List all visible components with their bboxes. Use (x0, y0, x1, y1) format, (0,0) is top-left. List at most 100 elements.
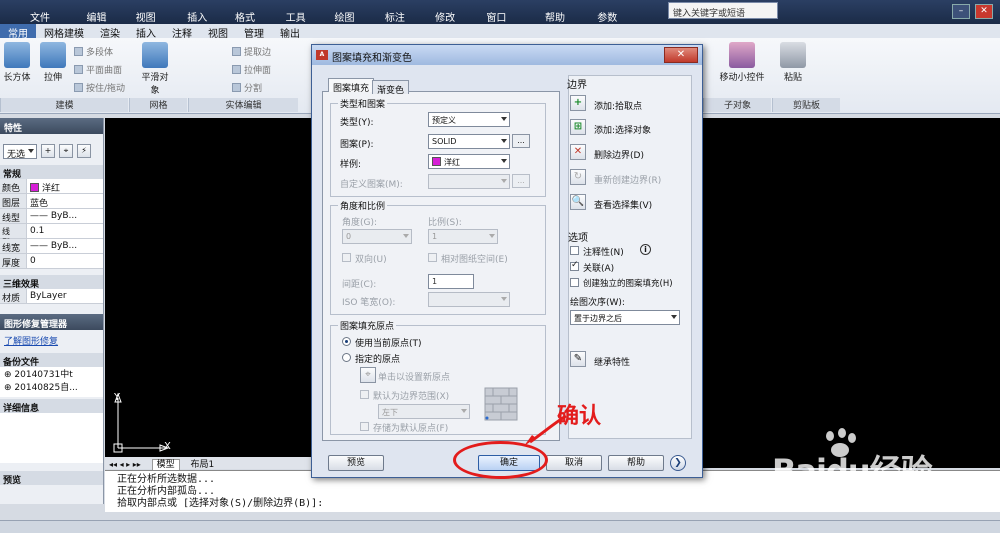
panel-subobject[interactable]: 子对象 (703, 98, 771, 112)
tab-mesh[interactable]: 网格建模 (36, 24, 92, 40)
recreate-boundary-icon[interactable]: ↻ (570, 169, 586, 185)
learn-recovery-link[interactable]: 了解图形修复 (4, 337, 58, 347)
remove-boundaries-button[interactable]: 删除边界(D) (594, 148, 644, 161)
cancel-button[interactable]: 取消 (546, 455, 602, 471)
box-button[interactable]: 长方体 (2, 42, 32, 83)
panel-clipboard[interactable]: 剪贴板 (772, 98, 840, 112)
recreate-boundary-button[interactable]: 重新创建边界(R) (594, 173, 661, 186)
menu-edit[interactable]: 编辑(E) (87, 6, 120, 35)
menu-view[interactable]: 视图(V) (136, 6, 170, 35)
menu-help[interactable]: 帮助(H) (545, 6, 579, 35)
view-selections-button[interactable]: 查看选择集(V) (594, 198, 652, 211)
add-select-objects-button[interactable]: 添加:选择对象 (594, 123, 651, 136)
tab-layout1[interactable]: 布局1 (187, 460, 219, 470)
extrude-button[interactable]: 拉伸 (38, 42, 68, 83)
menu-modify[interactable]: 修改(M) (435, 6, 470, 35)
scale-dropdown[interactable]: 1 (428, 229, 498, 244)
separate-button[interactable]: 分割 (232, 81, 262, 94)
prop-material[interactable]: 材质 ByLayer (0, 289, 103, 304)
dialog-close-button[interactable]: ✕ (664, 47, 698, 63)
prop-thickness[interactable]: 厚度 0 (0, 254, 103, 269)
store-default-checkbox[interactable] (360, 422, 369, 431)
layout-nav-icon[interactable]: ◂◂ ◂ ▸ ▸▸ (109, 460, 141, 469)
pattern-dropdown[interactable]: SOLID (428, 134, 510, 149)
selection-dropdown[interactable]: 无选 (3, 144, 37, 160)
add-select-objects-icon[interactable]: ⊞ (570, 119, 586, 135)
set-origin-icon[interactable]: ⌖ (360, 367, 376, 383)
extrude-faces-button[interactable]: 拉伸面 (232, 63, 271, 76)
add-pick-points-icon[interactable]: + (570, 95, 586, 111)
panel-solid-editing[interactable]: 实体编辑 (188, 98, 298, 112)
specified-origin-radio[interactable] (342, 353, 351, 362)
presspull-button[interactable]: 按住/拖动 (74, 81, 125, 94)
tab-insert[interactable]: 插入 (128, 24, 164, 40)
type-dropdown[interactable]: 预定义 (428, 112, 510, 127)
menu-window[interactable]: 窗口(W) (486, 6, 523, 35)
prop-layer[interactable]: 图层 蓝色 (0, 194, 103, 209)
menu-draw[interactable]: 绘图(D) (334, 6, 368, 35)
menu-format[interactable]: 格式(O) (235, 6, 270, 35)
remove-boundaries-icon[interactable]: ✕ (570, 144, 586, 160)
panel-mesh[interactable]: 网格 (129, 98, 187, 112)
tab-view[interactable]: 视图 (200, 24, 236, 40)
pattern-browse-button[interactable]: ... (512, 134, 530, 148)
use-current-origin-radio[interactable] (342, 337, 351, 346)
prop-color[interactable]: 颜色 洋红 (0, 179, 103, 194)
search-input[interactable]: 键入关键字或短语 (668, 2, 778, 19)
custom-pattern-dropdown[interactable] (428, 174, 510, 189)
three-d-section[interactable]: 三维效果 (0, 275, 103, 290)
tab-output[interactable]: 输出 (272, 24, 308, 40)
tab-hatch[interactable]: 图案填充 (328, 78, 375, 94)
relative-paper-checkbox[interactable] (428, 253, 437, 262)
spacing-input[interactable]: 1 (428, 274, 474, 289)
menu-dimension[interactable]: 标注(N) (385, 6, 419, 35)
planar-surface-button[interactable]: 平面曲面 (74, 63, 122, 76)
double-checkbox[interactable] (342, 253, 351, 262)
view-selections-icon[interactable]: 🔍 (570, 194, 586, 210)
iso-pen-dropdown[interactable] (428, 292, 510, 307)
select-objects-icon[interactable]: ⌖ (59, 144, 73, 158)
extents-dropdown[interactable]: 左下 (378, 404, 470, 419)
draw-order-dropdown[interactable]: 置于边界之后 (570, 310, 680, 325)
annotative-checkbox[interactable] (570, 246, 579, 255)
more-options-icon[interactable]: ❯ (670, 455, 686, 471)
quick-select-icon[interactable]: ⚡ (77, 144, 91, 158)
backup-files-section[interactable]: 备份文件 (0, 353, 103, 368)
menu-insert[interactable]: 插入(I) (187, 6, 217, 35)
smooth-object-button[interactable]: 平滑对象 (140, 42, 170, 96)
preview-button[interactable]: 预览 (328, 455, 384, 471)
help-button[interactable]: 帮助 (608, 455, 664, 471)
extract-edges-button[interactable]: 提取边 (232, 45, 271, 58)
swatch-dropdown[interactable]: 洋红 (428, 154, 510, 169)
menu-tools[interactable]: 工具(T) (286, 6, 319, 35)
separate-hatches-checkbox[interactable] (570, 278, 579, 287)
prop-lineweight[interactable]: 线宽 —— ByB... (0, 239, 103, 254)
tab-manage[interactable]: 管理 (236, 24, 272, 40)
associative-checkbox[interactable] (570, 260, 579, 271)
inherit-properties-button[interactable]: 继承特性 (594, 355, 630, 368)
inherit-properties-icon[interactable]: ✎ (570, 351, 586, 367)
prop-linetype-scale[interactable]: 线型...0.1 (0, 224, 103, 247)
custom-browse-button[interactable]: ... (512, 174, 530, 188)
backup-file-item[interactable]: ⊕ 20140825自... (4, 382, 99, 395)
close-app-button[interactable]: ✕ (975, 4, 993, 19)
details-section[interactable]: 详细信息 (0, 399, 103, 414)
tab-home[interactable]: 常用 (0, 24, 36, 40)
add-pick-points-button[interactable]: 添加:拾取点 (594, 99, 642, 112)
preview-section[interactable]: 预览 (0, 471, 103, 486)
prop-linetype[interactable]: 线型 —— ByB... (0, 209, 103, 224)
tab-annotate[interactable]: 注释 (164, 24, 200, 40)
toggle-pickadd-icon[interactable]: + (41, 144, 55, 158)
tab-gradient[interactable]: 渐变色 (372, 80, 410, 96)
default-extents-checkbox[interactable] (360, 390, 369, 399)
minimize-button[interactable]: – (952, 4, 970, 19)
backup-file-item[interactable]: ⊕ 20140731中t (4, 369, 99, 382)
panel-modeling[interactable]: 建模 (0, 98, 128, 112)
general-section[interactable]: 常规 (0, 165, 103, 180)
menu-file[interactable]: 文件(F) (30, 6, 63, 35)
menu-parametric[interactable]: 参数(P) (597, 6, 630, 35)
paste-button[interactable]: 粘贴 (778, 42, 808, 83)
tab-render[interactable]: 渲染 (92, 24, 128, 40)
polysolid-button[interactable]: 多段体 (74, 45, 113, 58)
info-icon[interactable]: i (640, 244, 651, 255)
